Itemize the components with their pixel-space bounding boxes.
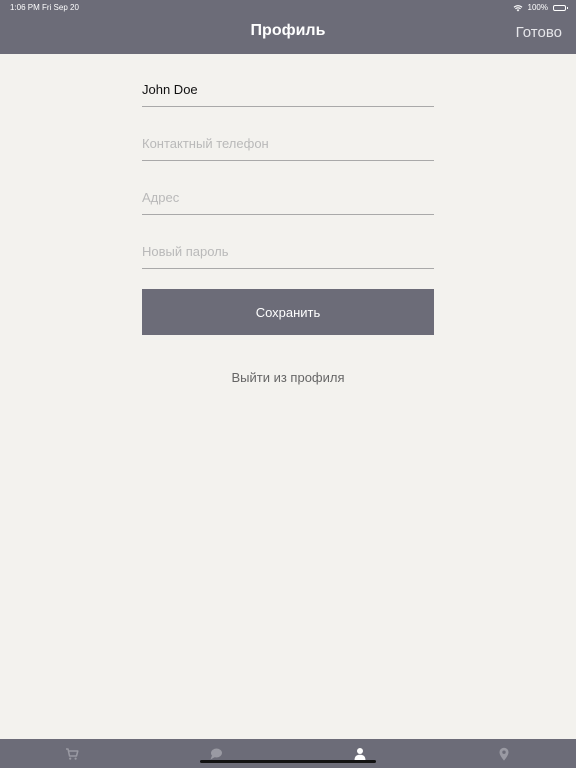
profile-form: Сохранить Выйти из профиля <box>142 74 434 385</box>
chat-icon <box>210 748 222 759</box>
name-field[interactable] <box>142 82 434 97</box>
tab-profile[interactable] <box>320 739 400 768</box>
address-field[interactable] <box>142 190 434 205</box>
phone-field-container <box>142 128 434 161</box>
battery-icon <box>553 4 568 11</box>
tab-cart[interactable] <box>32 739 112 768</box>
cart-icon <box>66 747 79 760</box>
address-field-container <box>142 182 434 215</box>
location-pin-icon <box>499 747 509 760</box>
status-bar: 1:06 PM Fri Sep 20 100% <box>0 0 576 14</box>
navigation-bar: 1:06 PM Fri Sep 20 100% Профиль Готово <box>0 0 576 54</box>
battery-percent: 100% <box>527 3 548 12</box>
tab-chat[interactable] <box>176 739 256 768</box>
logout-link[interactable]: Выйти из профиля <box>142 370 434 385</box>
password-field-container <box>142 236 434 269</box>
password-field[interactable] <box>142 244 434 259</box>
phone-field[interactable] <box>142 136 434 151</box>
wifi-icon <box>513 4 522 11</box>
tab-location[interactable] <box>464 739 544 768</box>
done-button[interactable]: Готово <box>516 24 562 41</box>
tab-bar <box>0 739 576 768</box>
name-field-container <box>142 74 434 107</box>
status-right: 100% <box>513 3 568 12</box>
profile-icon <box>354 747 366 760</box>
save-button[interactable]: Сохранить <box>142 289 434 335</box>
home-indicator <box>200 760 376 763</box>
status-time: 1:06 PM <box>10 3 40 12</box>
page-title: Профиль <box>250 22 326 39</box>
status-date: Fri Sep 20 <box>42 3 79 12</box>
